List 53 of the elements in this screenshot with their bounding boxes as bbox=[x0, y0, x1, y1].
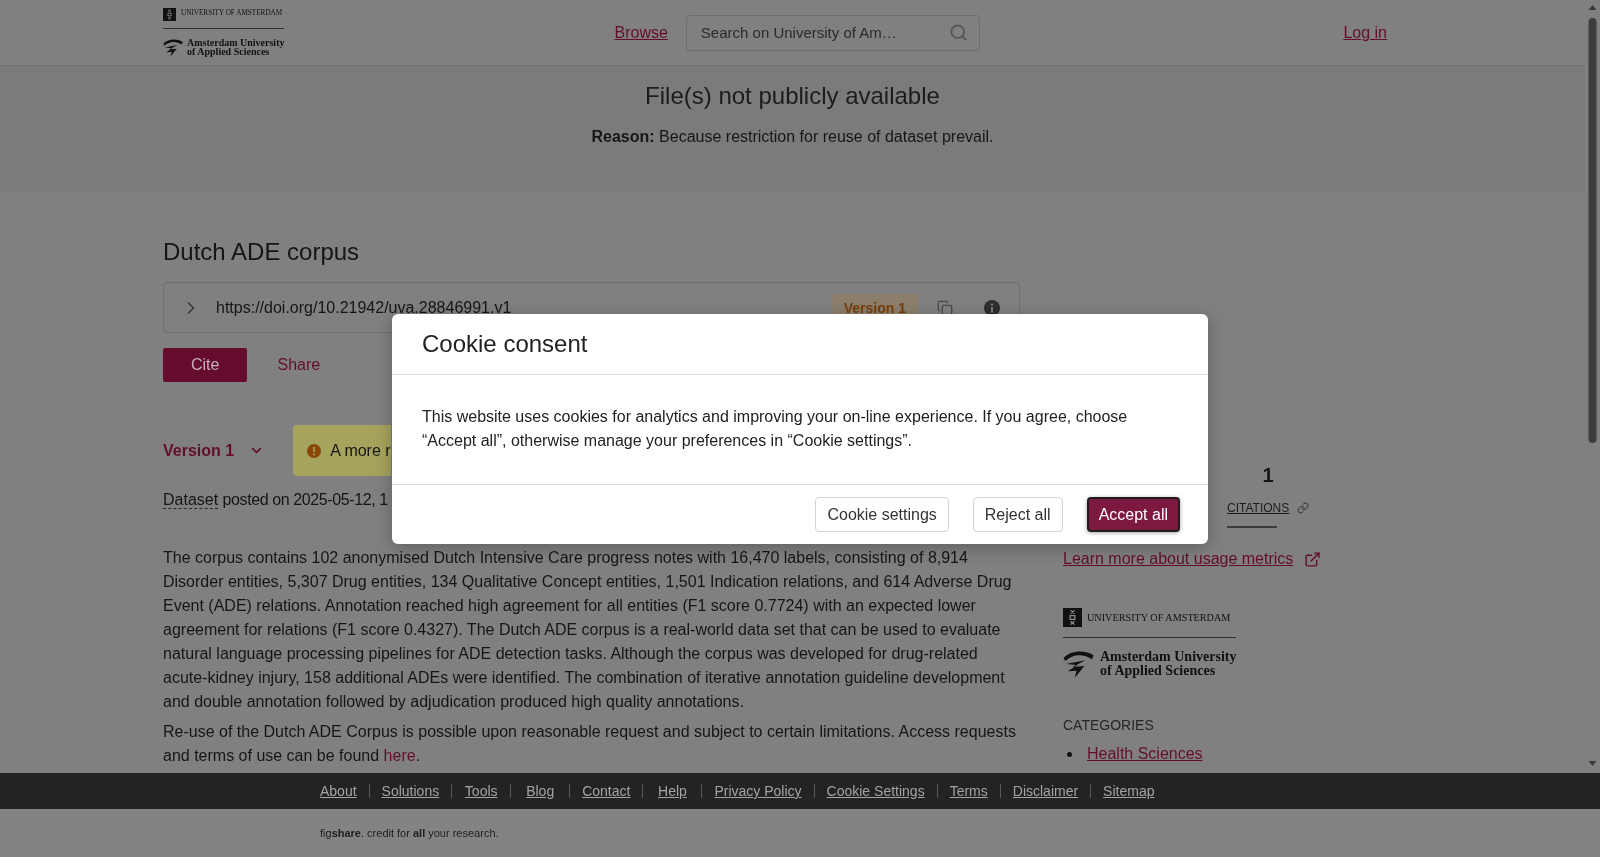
metric-tab[interactable]: CITATIONS bbox=[1227, 500, 1290, 516]
logo-text: of Applied Sciences bbox=[1100, 664, 1216, 678]
footer-tagline: figshare. credit for all your research. bbox=[320, 827, 499, 839]
emblem-icon bbox=[1063, 608, 1082, 627]
footer-link[interactable]: Disclaimer bbox=[999, 784, 1091, 798]
footer-link[interactable]: Tools bbox=[451, 784, 511, 798]
footer-link[interactable]: About bbox=[320, 784, 369, 798]
logo-text: UNIVERSITY OF AMSTERDAM bbox=[1087, 611, 1231, 624]
browse-link[interactable]: Browse bbox=[614, 23, 668, 42]
footer-link[interactable]: Privacy Policy bbox=[701, 784, 814, 798]
login-link[interactable]: Log in bbox=[1343, 23, 1387, 42]
external-link-icon bbox=[1304, 550, 1322, 568]
metric-value: 1 bbox=[1262, 463, 1274, 487]
item-type-label[interactable]: Dataset bbox=[163, 491, 219, 509]
description-paragraph: Re-use of the Dutch ADE Corpus is possible upon reasonable request and subject to certain limitations. Access requests and terms of use can be found here. bbox=[163, 722, 1017, 766]
bullet-icon bbox=[1067, 751, 1072, 757]
dialog-message: This website uses cookies for analytics and improving your on-line experience. If you agree, choose “Accept all”, otherwise manage your preferences in “Cookie settings”. bbox=[392, 375, 1208, 485]
dialog-button[interactable]: Reject all bbox=[972, 497, 1063, 532]
dialog-button[interactable]: Cookie settings bbox=[815, 497, 949, 532]
logo-text: Amsterdam University bbox=[187, 37, 285, 47]
copy-icon[interactable] bbox=[937, 299, 953, 316]
footer-link[interactable]: Terms bbox=[936, 784, 1000, 798]
posted-date: posted on 2025-05-12, 1 bbox=[222, 491, 388, 508]
doi-link[interactable]: https://doi.org/10.21942/uva.28846991.v1 bbox=[216, 298, 512, 317]
item-title: Dutch ADE corpus bbox=[163, 237, 361, 267]
search-field[interactable]: Search on University of Am… bbox=[685, 14, 980, 51]
here-link[interactable]: here bbox=[383, 747, 416, 764]
cite-button[interactable]: Cite bbox=[163, 348, 248, 382]
share-button[interactable]: Share bbox=[261, 348, 337, 382]
link-icon[interactable] bbox=[1297, 502, 1310, 514]
footer-link[interactable]: Solutions bbox=[368, 784, 452, 798]
categories-heading: CATEGORIES bbox=[1063, 716, 1154, 734]
emblem-icon bbox=[163, 7, 176, 21]
category-link[interactable]: Health Sciences bbox=[1087, 744, 1203, 764]
dialog-title: Cookie consent bbox=[422, 329, 588, 359]
footer-link[interactable]: Help bbox=[642, 784, 702, 798]
logo-text: Amsterdam University bbox=[1100, 650, 1237, 664]
footer-link[interactable]: Blog bbox=[510, 784, 570, 798]
footer-link[interactable]: Contact bbox=[569, 784, 643, 798]
alert-icon bbox=[307, 443, 322, 458]
description-paragraph: The corpus contains 102 anonymised Dutch Intensive Care progress notes with 16,470 labels, consisting of 8,914 Disorder entities, 5,307 Drug entities, 134 Qualitative Concept entities, 1,501 Indication relations, and 614 Adverse Drug Event (ADE) relations. Annotation reached high agreement for all entities (F1 score 0.7724) with an expected lower agreement for relations (F1 score 0.4327). The Dutch ADE corpus is a real-world data set that can be used to evaluate natural language processing pipelines for ADE detection tasks. Although the corpus was developed for drug-related acute-kidney injury, 158 additional ADEs were identified. The combination of iterative annotation guideline development and double annotation followed by adjudication produced high quality annotations. bbox=[163, 548, 1013, 712]
notice-text: A more r bbox=[330, 441, 391, 460]
info-icon[interactable] bbox=[984, 299, 1000, 316]
availability-title: File(s) not publicly available bbox=[645, 81, 940, 111]
availability-reason: Reason: Because restriction for reuse of dataset prevail. bbox=[591, 127, 994, 147]
footer-link[interactable]: Cookie Settings bbox=[813, 784, 937, 798]
version-dropdown[interactable]: Version 1 bbox=[163, 441, 265, 460]
footer-link[interactable]: Sitemap bbox=[1090, 784, 1167, 798]
usage-metrics-link[interactable]: Learn more about usage metrics bbox=[1063, 549, 1322, 569]
search-icon[interactable] bbox=[948, 22, 968, 42]
logo-text: of Applied Sciences bbox=[187, 47, 270, 57]
accept-button[interactable]: Accept all bbox=[1086, 497, 1180, 532]
logo-mark-icon bbox=[1063, 649, 1094, 679]
